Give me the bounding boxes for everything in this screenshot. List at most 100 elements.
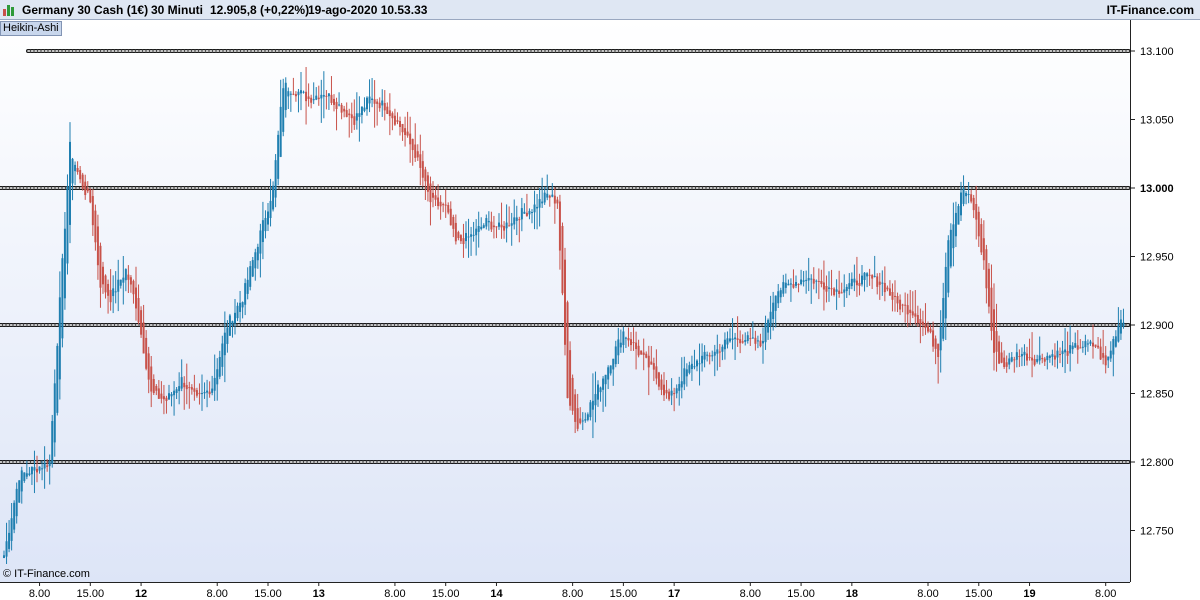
candle-body xyxy=(135,287,137,309)
candle-body xyxy=(744,340,747,342)
candle-body xyxy=(335,101,338,109)
candle-body xyxy=(927,325,929,332)
x-tick-label: 18 xyxy=(846,588,858,600)
candle-body xyxy=(459,235,462,242)
candle-body xyxy=(221,343,224,367)
candle-body xyxy=(1104,355,1107,366)
candle-body xyxy=(338,104,341,106)
candle-body xyxy=(477,226,480,232)
candle-body xyxy=(396,120,399,122)
candle-body xyxy=(571,377,574,411)
chart-logo-icon xyxy=(3,3,17,16)
candle-body xyxy=(558,201,561,251)
candle-body xyxy=(178,386,181,392)
candle-body xyxy=(896,296,899,304)
candle-body xyxy=(817,280,820,282)
candle-body xyxy=(855,280,858,286)
candle-body xyxy=(404,128,407,136)
candle-body xyxy=(94,210,97,243)
candle-body xyxy=(399,121,401,128)
candle-body xyxy=(589,402,592,418)
candle-body xyxy=(525,212,528,216)
candle-body xyxy=(71,158,74,184)
candle-body xyxy=(289,93,292,95)
x-tick-label: 15.00 xyxy=(965,588,993,600)
candle-body xyxy=(1038,355,1041,361)
candle-body xyxy=(805,279,808,282)
candle-body xyxy=(137,297,140,323)
candle-body xyxy=(140,310,143,335)
candle-body xyxy=(13,502,16,530)
last-quote: 12.905,8 (+0,22%) xyxy=(210,3,310,17)
x-tick-label: 13 xyxy=(313,588,325,600)
candle-body xyxy=(556,199,559,204)
candle-body xyxy=(820,280,823,284)
candle-body xyxy=(965,192,968,197)
candle-body xyxy=(208,391,211,395)
chart-style-badge: Heikin-Ashi xyxy=(0,21,62,36)
candle-body xyxy=(1081,346,1084,348)
candle-body xyxy=(490,221,493,230)
candle-body xyxy=(503,226,506,231)
x-tick-label: 14 xyxy=(490,588,503,600)
candle-body xyxy=(1005,362,1008,367)
y-tick-label: 12.950 xyxy=(1140,252,1174,264)
brand-name: IT-Finance.com xyxy=(1106,3,1194,17)
candle-body xyxy=(15,488,18,517)
candle-body xyxy=(312,99,315,101)
y-tick-label: 12.800 xyxy=(1140,457,1174,469)
candle-body xyxy=(698,363,701,365)
candle-body xyxy=(731,338,734,340)
candle-body xyxy=(89,189,92,203)
candle-body xyxy=(28,473,31,475)
candle-body xyxy=(18,480,21,503)
candle-body xyxy=(954,212,957,237)
candle-body xyxy=(990,287,993,331)
candle-body xyxy=(1000,352,1003,363)
candle-body xyxy=(251,260,254,277)
candle-body xyxy=(1003,357,1006,367)
candle-body xyxy=(485,218,488,227)
candle-body xyxy=(630,339,632,346)
candle-body xyxy=(173,390,176,396)
candle-body xyxy=(183,382,186,388)
candle-body xyxy=(366,97,368,110)
candle-body xyxy=(86,188,89,192)
candle-body xyxy=(424,169,427,182)
candle-body xyxy=(835,289,838,292)
candle-body xyxy=(231,321,234,326)
candle-body xyxy=(99,245,102,288)
candle-body xyxy=(627,337,630,341)
candle-body xyxy=(929,328,932,333)
candle-body xyxy=(1043,358,1046,362)
candle-body xyxy=(1089,341,1092,344)
candle-body xyxy=(987,268,990,307)
candle-body xyxy=(1086,343,1089,345)
candle-body xyxy=(1018,355,1021,357)
candle-body xyxy=(718,351,721,353)
x-tick-label: 17 xyxy=(668,588,680,600)
candle-body xyxy=(165,397,168,402)
candle-body xyxy=(972,197,975,211)
candle-body xyxy=(198,392,201,395)
candle-body xyxy=(267,211,269,225)
candle-body xyxy=(272,185,275,210)
candle-body xyxy=(419,154,422,168)
candle-body xyxy=(1051,354,1054,357)
candle-body xyxy=(492,225,495,228)
candle-body xyxy=(1079,347,1082,349)
candle-body xyxy=(665,389,668,394)
candle-body xyxy=(119,279,122,286)
candle-body xyxy=(452,216,455,229)
candle-body xyxy=(960,192,962,216)
candle-body xyxy=(129,277,132,285)
candle-body xyxy=(5,541,8,557)
candle-body xyxy=(495,226,498,228)
candle-body xyxy=(708,355,711,357)
candle-body xyxy=(736,338,739,340)
candle-body xyxy=(670,390,673,396)
candle-body xyxy=(325,95,328,97)
candle-body xyxy=(607,367,610,380)
candle-body xyxy=(754,337,757,344)
candle-body xyxy=(310,97,313,103)
